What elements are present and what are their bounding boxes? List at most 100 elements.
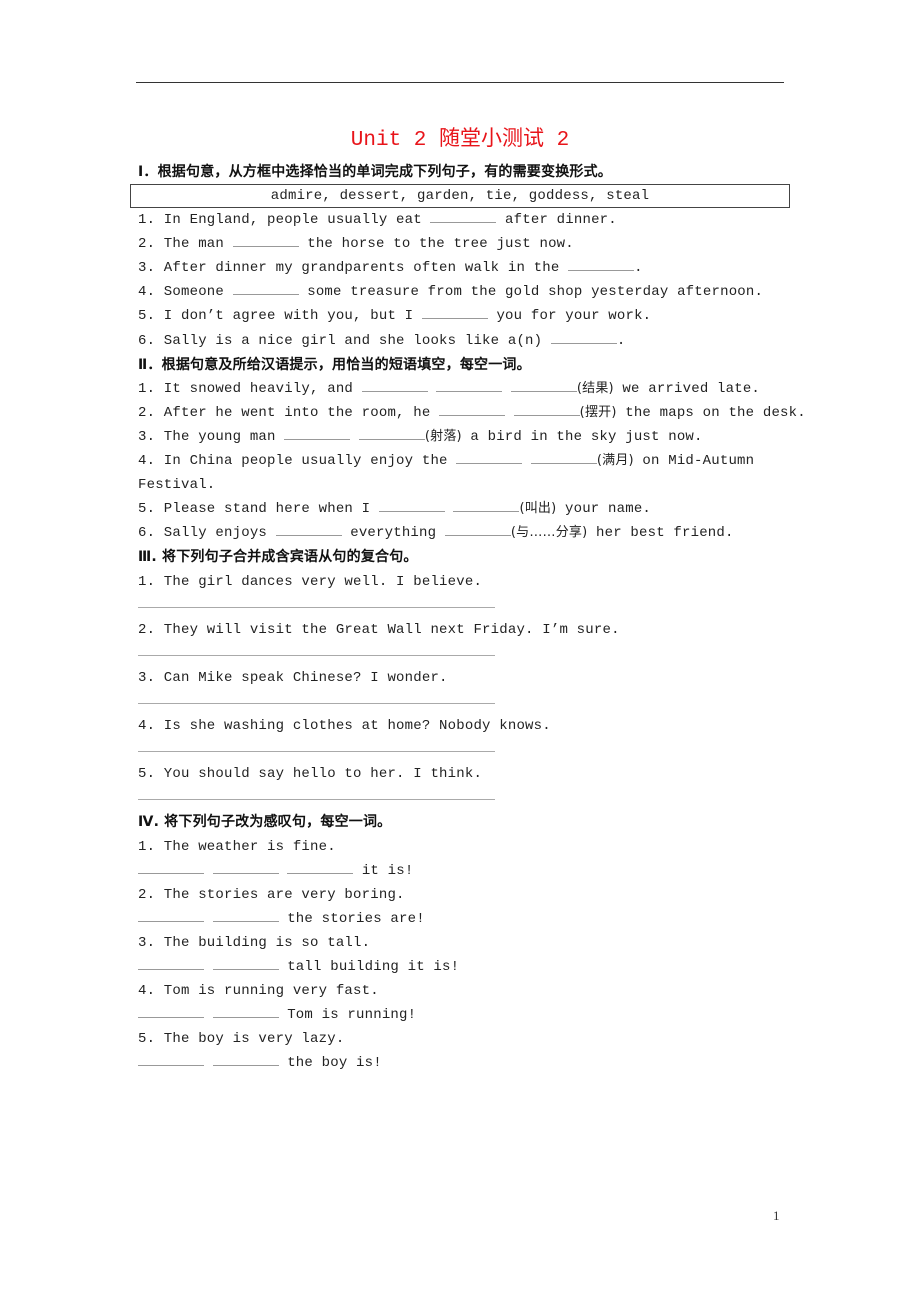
question-text: 1. In England, people usually eat [138, 212, 431, 229]
answer-row: it is! [138, 859, 798, 883]
answer-blank[interactable] [550, 329, 617, 344]
question-text: we arrived late. [613, 380, 761, 397]
question-item: 4. Someone some treasure from the gold s… [138, 280, 798, 304]
question-text: you for your work. [487, 308, 652, 325]
question-text: . [616, 332, 626, 349]
answer-blank[interactable] [530, 449, 597, 465]
answer-row: the stories are! [138, 907, 798, 931]
answer-line[interactable] [138, 642, 798, 666]
question-text: 2. The man [138, 236, 233, 253]
answer-blank[interactable] [568, 256, 635, 272]
question-item: 5. The boy is very lazy. [138, 1031, 345, 1048]
question-text: her best friend. [587, 525, 734, 542]
answer-line[interactable] [138, 786, 798, 810]
answer-blank[interactable] [358, 425, 425, 440]
question-item: 3. The building is so tall. [138, 934, 371, 951]
section-heading: Ⅱ．根据句意及所给汉语提示，用恰当的短语填空，每空一词。 [138, 356, 531, 373]
answer-tail-text: tall building it is! [278, 959, 460, 975]
question-item: 4. Is she washing clothes at home? Nobod… [138, 718, 551, 735]
answer-blank[interactable] [138, 1003, 204, 1019]
question-text: 6. Sally is a nice girl and she looks li… [138, 332, 551, 349]
question-item: 5. You should say hello to her. I think. [138, 766, 483, 783]
question-text: 4. In China people usually enjoy the [138, 453, 457, 470]
question-text: after dinner. [496, 212, 617, 229]
page-number: 1 [773, 1208, 780, 1223]
answer-blank[interactable] [510, 377, 577, 392]
answer-blank[interactable] [212, 859, 279, 874]
answer-blank[interactable] [138, 1051, 204, 1067]
question-text: 3. The young man [138, 428, 285, 445]
answer-tail-text: the boy is! [278, 1055, 382, 1072]
question-text: . [634, 260, 643, 277]
question-item: 6. Sally enjoys everything (与……分享) her b… [138, 521, 798, 545]
answer-blank[interactable] [453, 497, 520, 513]
answer-blank[interactable] [138, 907, 204, 922]
answer-blank[interactable] [421, 304, 488, 320]
question-item: 3. The young man (射落) a bird in the sky … [138, 425, 798, 449]
section-heading: Ⅲ. 将下列句子合并成含宾语从句的复合句。 [138, 549, 418, 566]
question-item: 5. I don’t agree with you, but I you for… [138, 304, 798, 328]
answer-blank[interactable] [232, 232, 299, 248]
worksheet-body: Ⅰ．根据句意，从方框中选择恰当的单词完成下列句子，有的需要变换形式。 admire… [130, 160, 806, 1075]
page-title: Unit 2 随堂小测试 2 [350, 129, 570, 152]
section-heading: Ⅳ. 将下列句子改为感叹句，每空一词。 [138, 814, 392, 831]
answer-blank[interactable] [287, 859, 354, 874]
answer-blank[interactable] [456, 449, 523, 465]
answer-blank[interactable] [378, 497, 445, 513]
answer-line[interactable] [138, 594, 798, 618]
question-item: 4. Tom is running very fast. [138, 983, 379, 1000]
word-bank-box: admire, dessert, garden, tie, goddess, s… [130, 184, 790, 209]
answer-blank[interactable] [138, 955, 204, 970]
question-item: 3. Can Mike speak Chinese? I wonder. [138, 669, 448, 686]
answer-row: Tom is running! [138, 1003, 798, 1027]
answer-blank[interactable] [444, 521, 511, 537]
question-item: 2. They will visit the Great Wall next F… [138, 621, 620, 638]
question-text: the maps on the desk. [616, 404, 806, 421]
chinese-hint: (满月) [596, 453, 634, 469]
answer-blank[interactable] [436, 377, 503, 392]
answer-line[interactable] [138, 690, 798, 714]
answer-blank[interactable] [212, 1051, 279, 1067]
question-text: 3. After dinner my grandparents often wa… [138, 260, 569, 277]
question-item: 1. In England, people usually eat after … [138, 208, 798, 232]
question-text: everything [341, 525, 445, 542]
question-item: 2. The stories are very boring. [138, 886, 405, 903]
question-text: on Mid-Autumn [633, 453, 755, 470]
question-item: 4. In China people usually enjoy the (满月… [138, 449, 798, 473]
chinese-hint: (与……分享) [510, 525, 588, 541]
question-continuation: Festival. [138, 477, 216, 494]
question-text: the horse to the tree just now. [298, 236, 574, 253]
answer-blank[interactable] [212, 955, 279, 970]
question-text: a bird in the sky just now. [461, 428, 703, 445]
answer-tail-text: Tom is running! [278, 1007, 417, 1024]
answer-blank[interactable] [212, 1003, 279, 1019]
question-text: 2. After he went into the room, he [138, 404, 440, 421]
chinese-hint: (结果) [576, 380, 614, 396]
question-item: 5. Please stand here when I (叫出) your na… [138, 497, 798, 521]
answer-blank[interactable] [513, 401, 580, 416]
question-text: 1. It snowed heavily, and [138, 380, 362, 397]
answer-blank[interactable] [284, 425, 351, 440]
question-text: your name. [556, 501, 652, 518]
question-text: 5. I don’t agree with you, but I [138, 308, 422, 325]
question-text: 4. Someone [138, 284, 233, 301]
answer-blank[interactable] [138, 859, 204, 874]
answer-blank[interactable] [232, 280, 299, 296]
answer-blank[interactable] [430, 208, 497, 224]
question-item: 2. The man the horse to the tree just no… [138, 232, 798, 256]
answer-blank[interactable] [275, 521, 342, 537]
answer-blank[interactable] [439, 401, 506, 416]
answer-line[interactable] [138, 738, 798, 762]
question-item: 2. After he went into the room, he (摆开) … [138, 401, 806, 425]
question-item: 3. After dinner my grandparents often wa… [138, 256, 798, 280]
answer-tail-text: the stories are! [278, 910, 425, 927]
question-item: 1. The weather is fine. [138, 838, 336, 855]
chinese-hint: (摆开) [579, 404, 617, 420]
question-item: 1. It snowed heavily, and (结果) we arrive… [138, 377, 798, 401]
question-text: 6. Sally enjoys [138, 525, 276, 542]
header-rule [136, 82, 784, 83]
chinese-hint: (叫出) [519, 501, 557, 517]
chinese-hint: (射落) [424, 428, 462, 444]
answer-blank[interactable] [361, 377, 428, 392]
answer-blank[interactable] [212, 907, 279, 922]
